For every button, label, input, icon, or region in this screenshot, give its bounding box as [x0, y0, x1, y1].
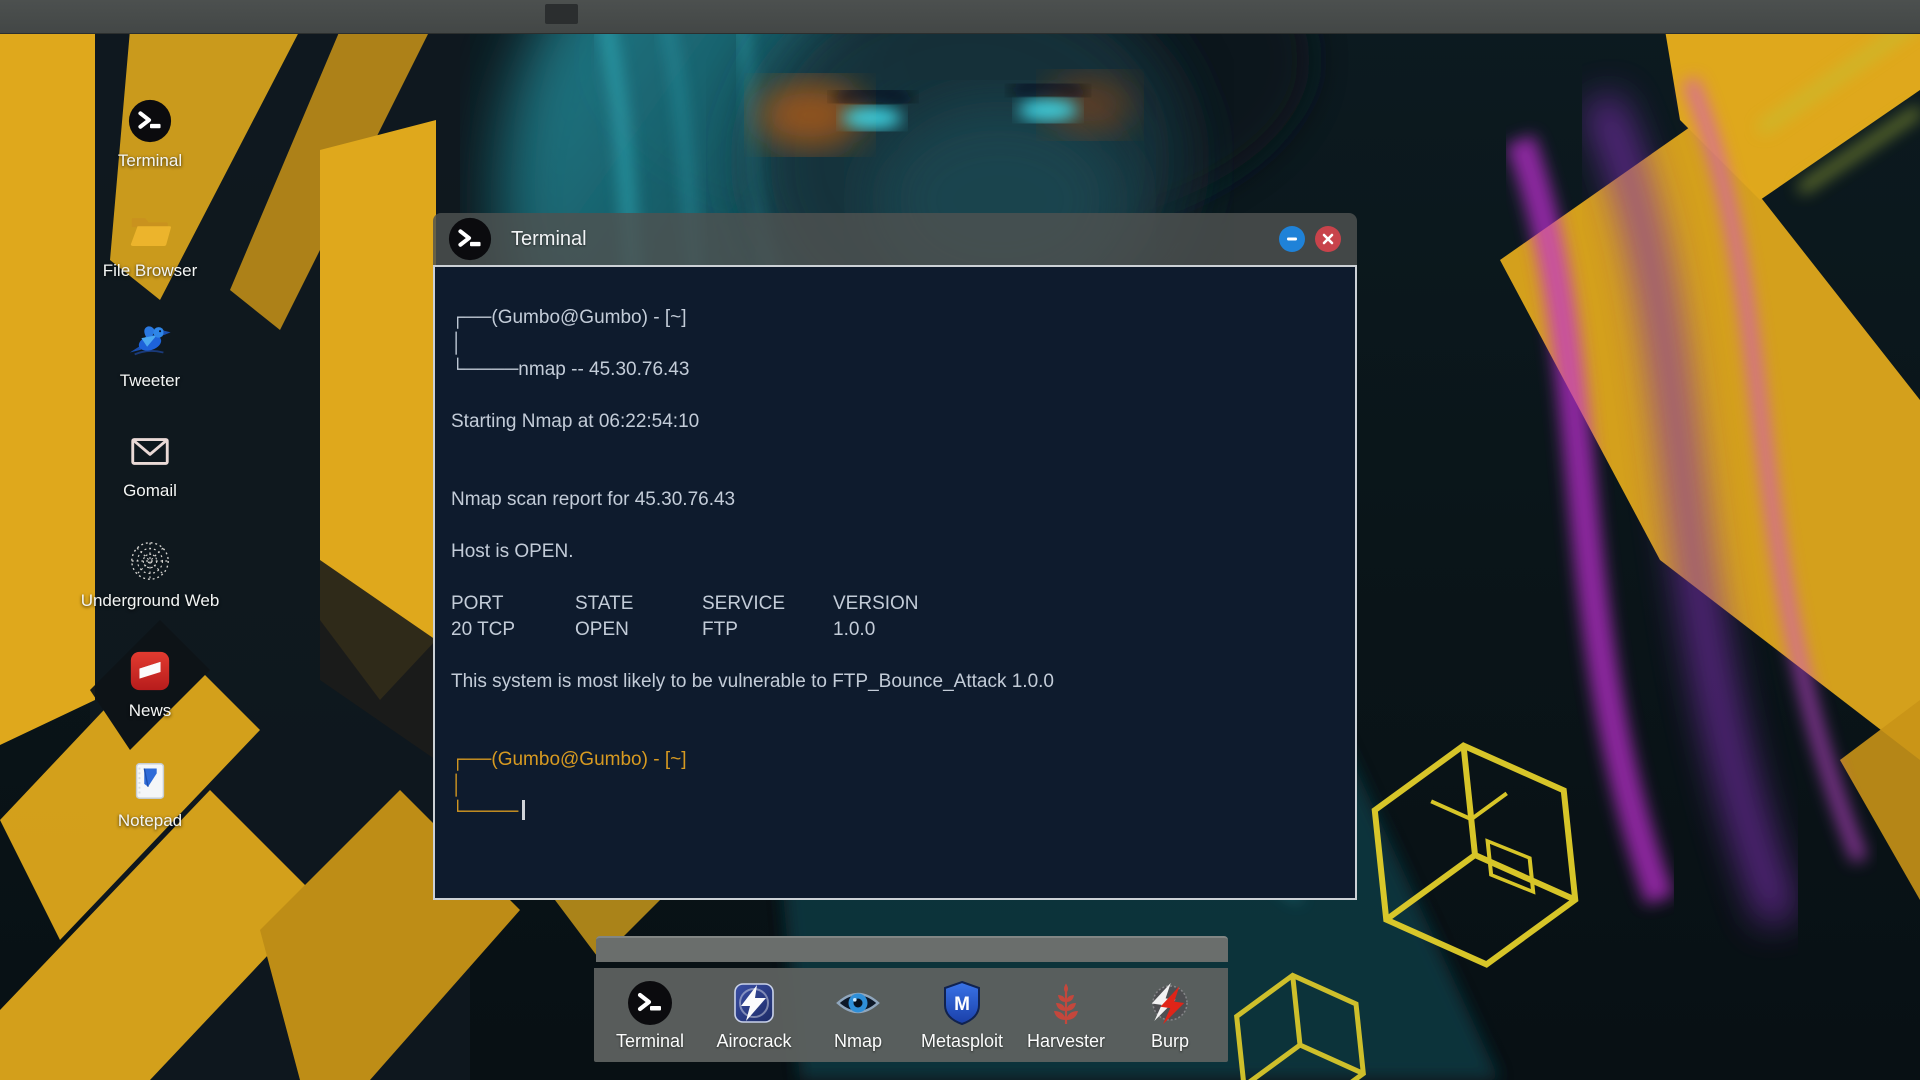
dock-top-strip	[596, 936, 1228, 962]
dock-item-metasploit[interactable]: Metasploit	[910, 979, 1014, 1052]
dock-item-terminal[interactable]: Terminal	[598, 979, 702, 1052]
envelope-icon	[127, 428, 173, 474]
desktop-icon-tweeter[interactable]: Tweeter	[55, 318, 245, 428]
bird-icon	[127, 318, 173, 364]
desktop-icon-label: File Browser	[102, 261, 198, 280]
terminal-line: 20 TCP OPEN FTP 1.0.0	[451, 619, 876, 640]
notepad-icon	[127, 758, 173, 804]
dock: Terminal Airocrack Nmap Metasploit Harve…	[594, 968, 1228, 1062]
dock-item-label: Burp	[1150, 1030, 1190, 1051]
terminal-line: │	[451, 333, 463, 354]
folder-icon	[127, 208, 173, 254]
terminal-line: Starting Nmap at 06:22:54:10	[451, 411, 700, 432]
desktop-icon-label: Tweeter	[119, 371, 181, 390]
terminal-output[interactable]: ┌──(Gumbo@Gumbo) - [~] │ └────nmap -- 45.3…	[433, 265, 1357, 900]
close-icon	[1322, 233, 1334, 245]
desktop-icon-gomail[interactable]: Gomail	[55, 428, 245, 538]
news-icon	[127, 648, 173, 694]
dock-item-label: Airocrack	[716, 1030, 792, 1051]
close-button[interactable]	[1315, 226, 1341, 252]
window-title: Terminal	[511, 227, 587, 250]
burp-icon	[1146, 979, 1194, 1027]
terminal-window: Terminal ┌──(Gumbo@Gumbo) - [~] │ └────nma…	[433, 213, 1357, 900]
desktop-icon-label: Gomail	[123, 481, 177, 500]
dock-item-nmap[interactable]: Nmap	[806, 979, 910, 1052]
minimize-icon	[1287, 237, 1297, 241]
desktop-icon-file-browser[interactable]: File Browser	[55, 208, 245, 318]
minimize-button[interactable]	[1279, 226, 1305, 252]
terminal-icon	[447, 216, 493, 262]
desktop-icon-column: Terminal File Browser Tweeter Gomail Und…	[55, 98, 245, 868]
terminal-line: │	[451, 775, 463, 796]
window-controls	[1279, 213, 1341, 265]
top-bar-inset	[545, 4, 578, 24]
desktop-icon-label: Notepad	[117, 811, 183, 830]
desktop: M	[0, 0, 1920, 1080]
shield-bolt-icon	[730, 979, 778, 1027]
terminal-line: └────	[451, 799, 1337, 825]
dock-item-label: Nmap	[833, 1030, 882, 1051]
dock-item-label: Harvester	[1026, 1030, 1106, 1051]
terminal-icon	[626, 979, 674, 1027]
top-bar	[0, 0, 1920, 34]
terminal-line: ┌──(Gumbo@Gumbo) - [~]	[451, 307, 687, 328]
terminal-line: └────nmap -- 45.30.76.43	[451, 359, 690, 380]
dock-item-label: Metasploit	[920, 1030, 1004, 1051]
web-icon	[127, 538, 173, 584]
desktop-icon-terminal[interactable]: Terminal	[55, 98, 245, 208]
terminal-icon	[127, 98, 173, 144]
dock-item-airocrack[interactable]: Airocrack	[702, 979, 806, 1052]
terminal-line: Nmap scan report for 45.30.76.43	[451, 489, 736, 510]
desktop-icon-label: Underground Web	[80, 591, 220, 610]
shield-m-icon	[938, 979, 986, 1027]
desktop-icon-notepad[interactable]: Notepad	[55, 758, 245, 868]
dock-item-harvester[interactable]: Harvester	[1014, 979, 1118, 1052]
terminal-cursor	[522, 800, 526, 820]
desktop-icon-underground-web[interactable]: Underground Web	[55, 538, 245, 648]
terminal-line: ┌──(Gumbo@Gumbo) - [~]	[451, 749, 687, 770]
terminal-line: Host is OPEN.	[451, 541, 574, 562]
dock-item-burp[interactable]: Burp	[1118, 979, 1222, 1052]
window-title-bar[interactable]: Terminal	[433, 213, 1357, 265]
eye-icon	[834, 979, 882, 1027]
dock-item-label: Terminal	[615, 1030, 685, 1051]
desktop-icon-label: Terminal	[117, 151, 183, 170]
terminal-line: PORT STATE SERVICE VERSION	[451, 593, 919, 614]
terminal-line: This system is most likely to be vulnera…	[451, 671, 1054, 692]
wheat-icon	[1042, 979, 1090, 1027]
desktop-icon-news[interactable]: News	[55, 648, 245, 758]
desktop-icon-label: News	[128, 701, 172, 720]
